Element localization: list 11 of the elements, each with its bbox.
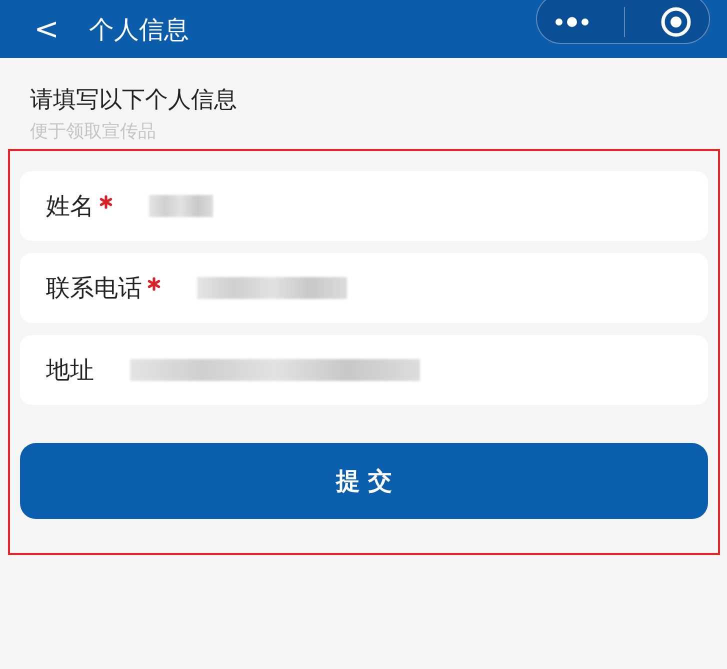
- page-title: 个人信息: [89, 14, 190, 46]
- submit-button[interactable]: 提 交: [20, 443, 708, 519]
- back-button[interactable]: <: [28, 12, 66, 46]
- field-label: 地址: [46, 355, 94, 386]
- field-label: 姓名: [46, 191, 94, 222]
- form-heading: 请填写以下个人信息: [30, 86, 238, 115]
- input-field[interactable]: 姓名: [20, 171, 708, 241]
- input-field[interactable]: 联系电话: [20, 253, 708, 323]
- input-field[interactable]: 地址: [20, 335, 708, 405]
- more-icon[interactable]: [554, 17, 588, 27]
- field-label: 联系电话: [46, 273, 142, 304]
